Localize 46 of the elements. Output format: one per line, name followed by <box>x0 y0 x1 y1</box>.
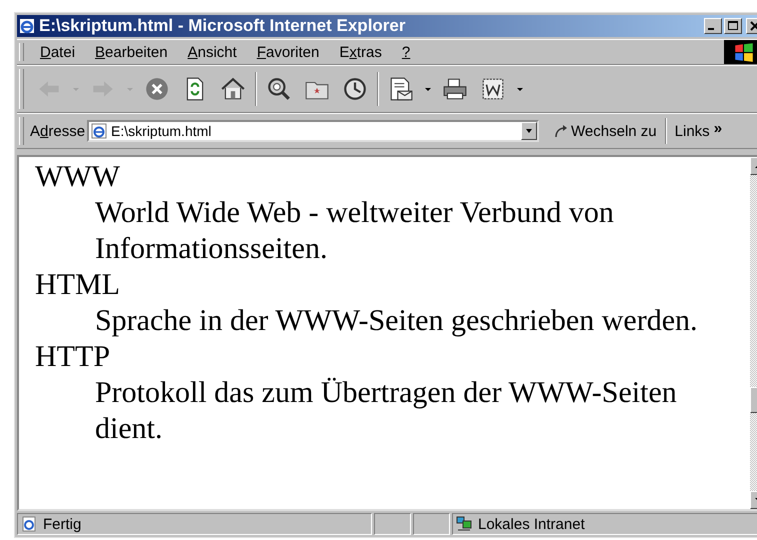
zone-label: Lokales Intranet <box>478 516 585 532</box>
menu-item[interactable]: Extras <box>329 42 392 62</box>
browser-icon <box>19 18 35 34</box>
maximize-button[interactable] <box>724 18 742 34</box>
definition: World Wide Web - weltweiter Verbund von Informationsseiten. <box>95 195 615 267</box>
home-icon <box>220 76 246 102</box>
go-arrow-icon <box>553 123 570 139</box>
edit-icon <box>480 76 506 102</box>
page-icon <box>91 123 108 139</box>
minimize-icon <box>708 28 714 30</box>
caret-icon <box>424 85 432 93</box>
network-icon <box>456 516 472 532</box>
definition: Sprache in der WWW-Seiten geschrieben werden. <box>95 303 699 339</box>
maximize-icon <box>728 21 738 31</box>
clock-icon <box>342 76 368 102</box>
term: HTTP <box>35 339 111 375</box>
minimize-button[interactable] <box>704 18 722 34</box>
dropdown-button[interactable] <box>521 122 538 140</box>
status-text: Fertig <box>43 516 82 532</box>
caret-icon <box>126 85 134 93</box>
windows-logo <box>724 40 757 64</box>
search-icon <box>266 76 292 102</box>
mail-icon <box>388 76 414 102</box>
caret-icon <box>72 85 80 93</box>
status-panel <box>413 513 450 535</box>
caret-icon <box>525 127 534 135</box>
menu-item[interactable]: Favoriten <box>246 42 330 62</box>
address-field[interactable]: E:\skriptum.html <box>87 120 540 142</box>
window-title: E:\skriptum.html - Microsoft Internet Explorer <box>39 16 406 36</box>
menu-item[interactable]: Datei <box>30 42 86 62</box>
definition: Protokoll das zum Übertragen der WWW-Seiten dient. <box>95 375 678 447</box>
links-button[interactable]: Links <box>674 122 714 140</box>
status-panel <box>374 513 411 535</box>
menu-item[interactable]: Bearbeiten <box>85 42 178 62</box>
close-icon <box>750 21 757 31</box>
page-icon <box>21 516 37 532</box>
go-button[interactable]: Wechseln zu <box>553 122 657 140</box>
menu-item[interactable]: Ansicht <box>178 42 247 62</box>
menu-item[interactable]: ? <box>392 42 420 62</box>
term: WWW <box>35 159 121 195</box>
term: HTML <box>35 267 121 303</box>
caret-icon <box>516 85 524 93</box>
stop-icon <box>144 76 170 102</box>
printer-icon <box>442 76 468 102</box>
address-label: Adresse <box>30 122 86 140</box>
more-chevron[interactable]: » <box>714 120 722 136</box>
